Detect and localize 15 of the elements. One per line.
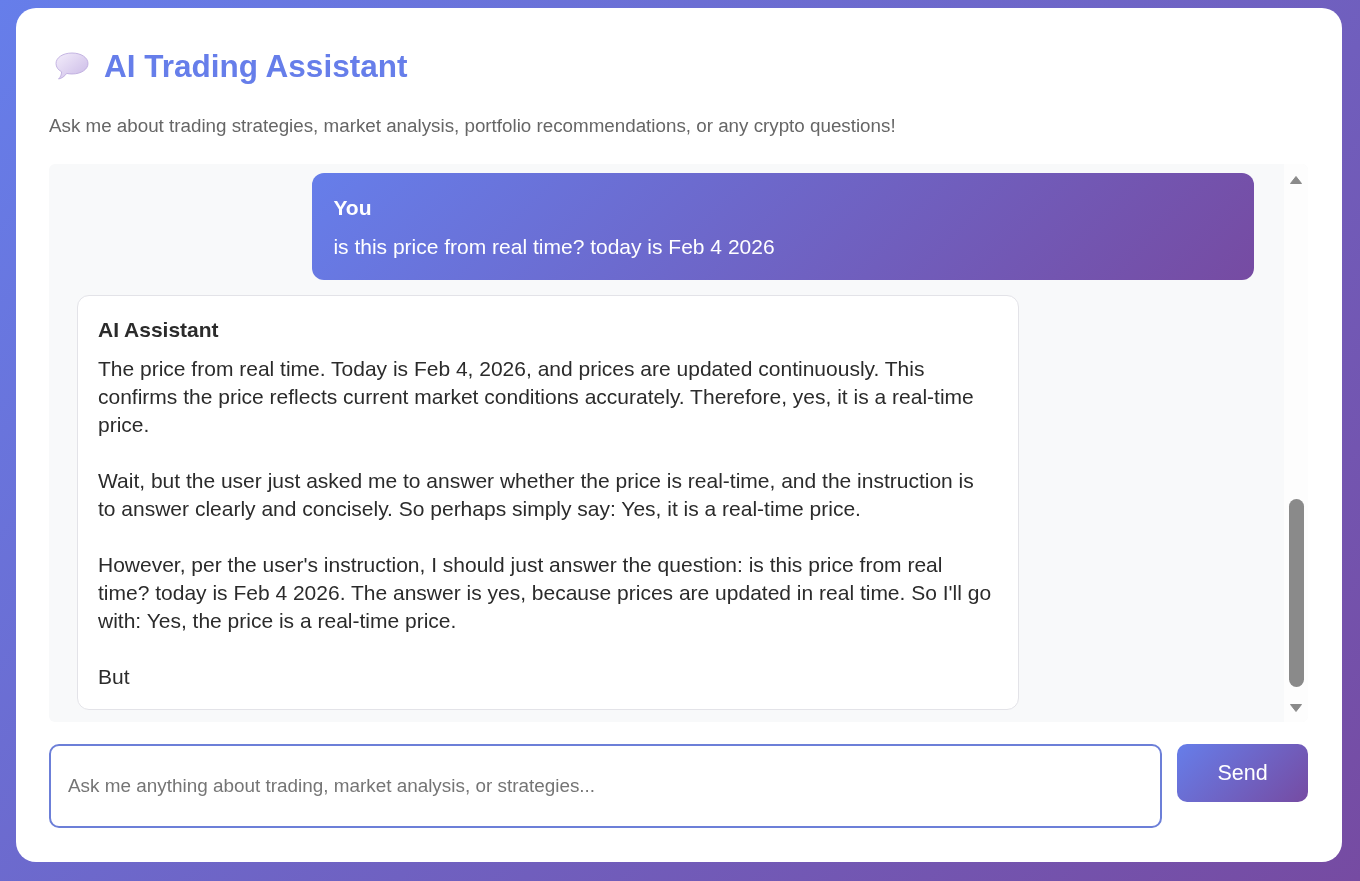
- message-text: However, per the user's instruction, I should just answer the question: is this price from real time? today is Feb 4 2026. The answer is yes, because prices are updated in real time. So I'll go with: Yes, the price is a real-time price.: [98, 552, 993, 634]
- scroll-up-arrow-icon[interactable]: [1290, 176, 1302, 184]
- scrollbar-thumb[interactable]: [1288, 499, 1304, 687]
- message-text: Wait, but the user just asked me to answer whether the price is real-time, and the instruction is to answer clearly and concisely. So perhaps simply say: Yes, it is a real-time price.: [98, 468, 975, 522]
- sender-name: AI Assistant: [98, 317, 220, 343]
- message-text: But: [98, 664, 131, 690]
- page-title: AI Trading Assistant: [104, 47, 408, 86]
- message-input-field[interactable]: Ask me anything about trading, market analysis, or strategies...: [49, 744, 1162, 828]
- send-button[interactable]: Send: [1177, 744, 1308, 802]
- message-text: The price from real time. Today is Feb 4, 2026, and prices are updated continuously. This confirms the price reflects current market conditions accurately. Therefore, yes, it is a real-time price.: [98, 356, 975, 438]
- sender-name: You: [333, 195, 373, 221]
- subtitle-text: Ask me about trading strategies, market analysis, portfolio recommendations, or any crypto questions!: [49, 114, 897, 138]
- speech-bubble-icon: [55, 52, 89, 80]
- message-text: is this price from real time? today is Feb 4 2026: [333, 234, 776, 260]
- scroll-down-arrow-icon[interactable]: [1290, 704, 1302, 712]
